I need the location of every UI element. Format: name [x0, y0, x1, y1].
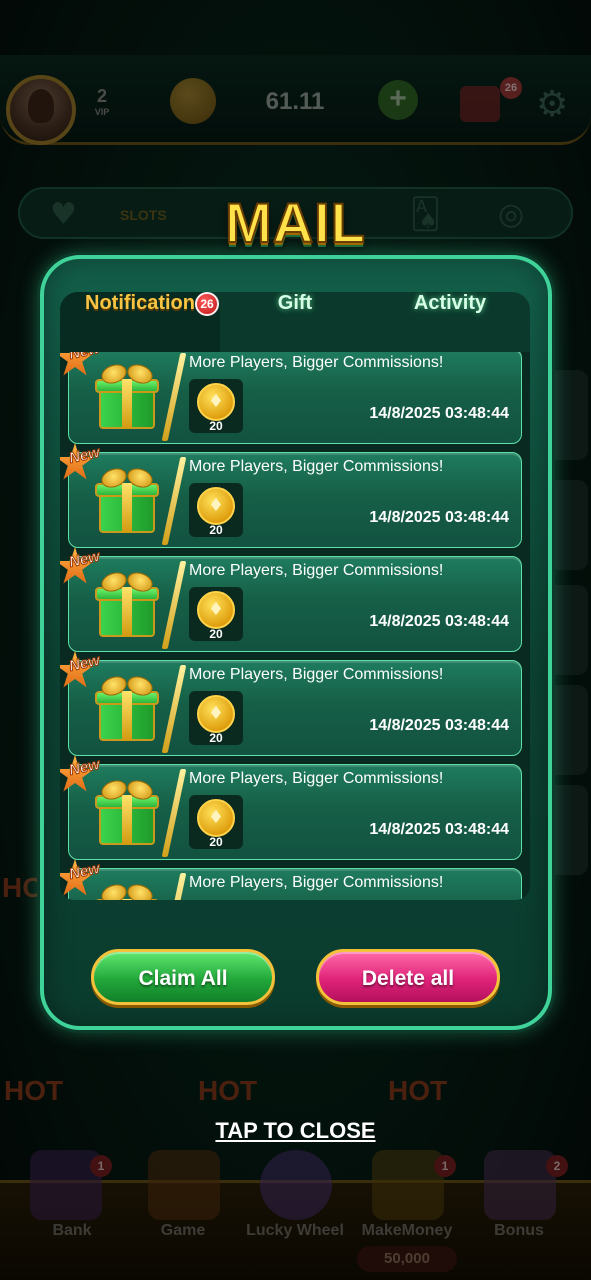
card-divider — [161, 873, 187, 900]
coin-icon: ♦ — [197, 487, 235, 525]
card-divider — [161, 457, 187, 545]
coin-icon: ♦ — [197, 799, 235, 837]
mail-date: 14/8/2025 03:48:44 — [369, 613, 509, 630]
mail-title: MAIL — [224, 190, 366, 255]
mail-item[interactable]: New More Players, Bigger Commissions! — [60, 859, 522, 900]
delete-all-button[interactable]: Delete all — [316, 949, 500, 1005]
tab-activity[interactable]: Activity — [370, 292, 530, 354]
claim-all-button[interactable]: Claim All — [91, 949, 275, 1005]
tab-gift[interactable]: Gift — [220, 292, 370, 354]
new-tag: New — [60, 755, 113, 795]
mail-title-text: More Players, Bigger Commissions! — [189, 458, 444, 475]
card-divider — [161, 561, 187, 649]
coin-icon: ♦ — [197, 591, 235, 629]
notification-badge: 26 — [195, 292, 219, 316]
reward-slot: ♦ 20 — [189, 379, 243, 433]
card-divider — [161, 665, 187, 753]
mail-item[interactable]: New More Players, Bigger Commissions! ♦ … — [60, 651, 522, 756]
reward-amount: 20 — [209, 419, 223, 433]
reward-slot: ♦ 20 — [189, 587, 243, 641]
mail-title-text: More Players, Bigger Commissions! — [189, 562, 444, 579]
card-divider — [161, 769, 187, 857]
new-tag: New — [60, 352, 113, 379]
reward-amount: 20 — [209, 627, 223, 641]
mail-title-text: More Players, Bigger Commissions! — [189, 770, 444, 787]
mail-date: 14/8/2025 03:48:44 — [369, 717, 509, 734]
mail-item[interactable]: New More Players, Bigger Commissions! ♦ … — [60, 443, 522, 548]
new-tag: New — [60, 651, 113, 691]
mail-item[interactable]: New More Players, Bigger Commissions! ♦ … — [60, 352, 522, 444]
reward-amount: 20 — [209, 731, 223, 745]
reward-slot: ♦ 20 — [189, 483, 243, 537]
mail-date: 14/8/2025 03:48:44 — [369, 509, 509, 526]
tap-to-close[interactable]: TAP TO CLOSE — [0, 1118, 591, 1144]
card-divider — [161, 353, 187, 441]
mail-item[interactable]: New More Players, Bigger Commissions! ♦ … — [60, 547, 522, 652]
reward-amount: 20 — [209, 523, 223, 537]
reward-slot: ♦ 20 — [189, 691, 243, 745]
reward-slot: ♦ 20 — [189, 795, 243, 849]
mail-item[interactable]: New More Players, Bigger Commissions! ♦ … — [60, 755, 522, 860]
mail-list[interactable]: New More Players, Bigger Commissions! ♦ … — [60, 352, 530, 900]
coin-icon: ♦ — [197, 695, 235, 733]
new-tag: New — [60, 859, 113, 899]
mail-title-text: More Players, Bigger Commissions! — [189, 354, 444, 371]
mail-date: 14/8/2025 03:48:44 — [369, 821, 509, 838]
reward-amount: 20 — [209, 835, 223, 849]
new-tag: New — [60, 443, 113, 483]
mail-title-text: More Players, Bigger Commissions! — [189, 874, 444, 891]
mail-title-text: More Players, Bigger Commissions! — [189, 666, 444, 683]
coin-icon: ♦ — [197, 383, 235, 421]
new-tag: New — [60, 547, 113, 587]
mail-date: 14/8/2025 03:48:44 — [369, 405, 509, 422]
